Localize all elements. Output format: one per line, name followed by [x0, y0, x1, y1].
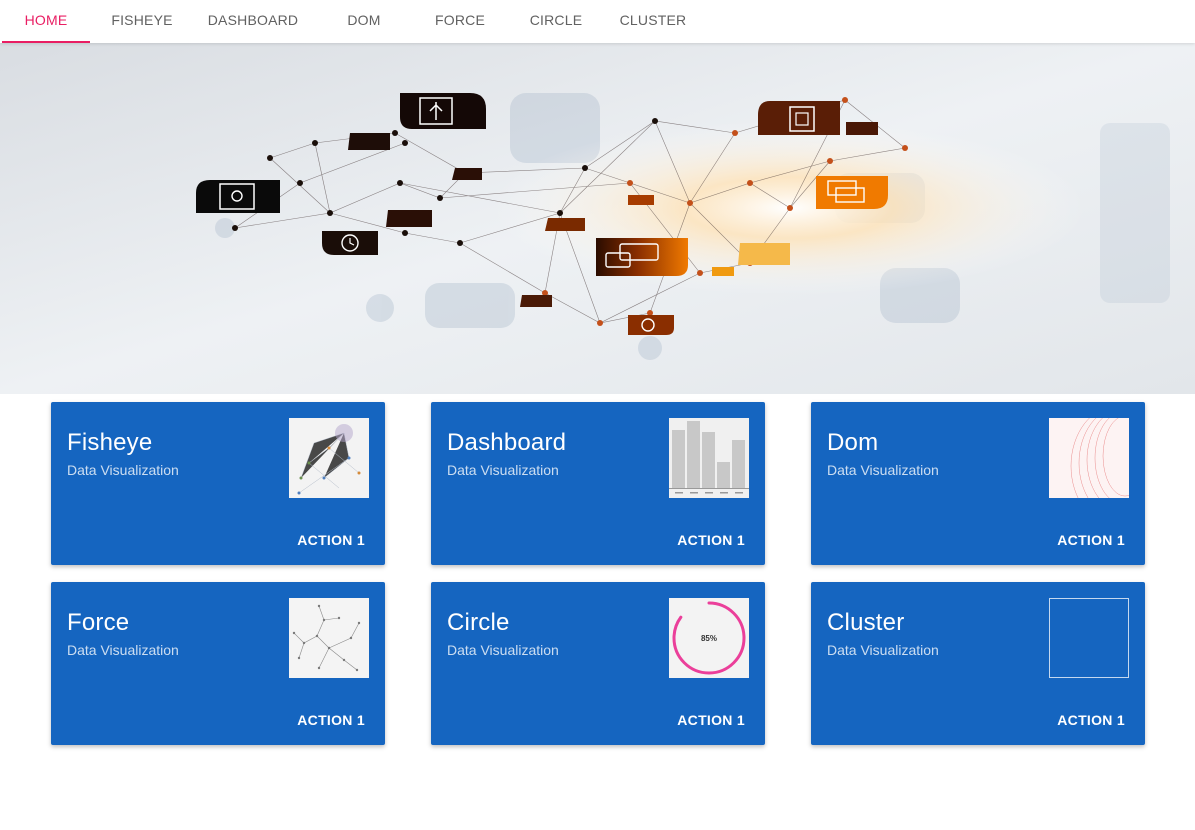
- action-button[interactable]: ACTION 1: [1057, 712, 1125, 728]
- card-dom[interactable]: Dom Data Visualization ACTION 1: [811, 402, 1145, 565]
- action-button[interactable]: ACTION 1: [297, 712, 365, 728]
- device-icon: [758, 101, 840, 135]
- card-circle[interactable]: Circle Data Visualization 85% ACTION 1: [431, 582, 765, 745]
- card-title: Cluster: [827, 609, 905, 636]
- card-subtitle: Data Visualization: [67, 462, 179, 478]
- card-title: Dom: [827, 429, 879, 456]
- tablet-icon: [196, 180, 280, 213]
- dom-thumbnail: [1049, 418, 1129, 498]
- tab-home[interactable]: HOME: [2, 0, 90, 43]
- card-title: Circle: [447, 609, 510, 636]
- card-subtitle: Data Visualization: [67, 642, 179, 658]
- cluster-thumbnail: [1049, 598, 1129, 678]
- action-button[interactable]: ACTION 1: [677, 532, 745, 548]
- tab-force[interactable]: FORCE: [416, 0, 504, 43]
- card-dashboard[interactable]: Dashboard Data Visualization ACTION 1: [431, 402, 765, 565]
- card-subtitle: Data Visualization: [827, 642, 939, 658]
- windows-icon: [816, 176, 888, 209]
- card-subtitle: Data Visualization: [447, 462, 559, 478]
- progress-label: 85%: [701, 634, 717, 643]
- fisheye-thumbnail: [289, 418, 369, 498]
- tab-dashboard[interactable]: DASHBOARD: [196, 0, 310, 43]
- card-title: Force: [67, 609, 130, 636]
- tab-cluster[interactable]: CLUSTER: [609, 0, 697, 43]
- action-button[interactable]: ACTION 1: [1057, 532, 1125, 548]
- hero-banner: [0, 43, 1195, 394]
- action-button[interactable]: ACTION 1: [297, 532, 365, 548]
- card-subtitle: Data Visualization: [827, 462, 939, 478]
- card-cluster[interactable]: Cluster Data Visualization ACTION 1: [811, 582, 1145, 745]
- card-force[interactable]: Force Data Visualization ACTION 1: [51, 582, 385, 745]
- chat-icon: [596, 238, 688, 276]
- card-fisheye[interactable]: Fisheye Data Visualization ACTION 1: [51, 402, 385, 565]
- card-title: Fisheye: [67, 429, 153, 456]
- action-button[interactable]: ACTION 1: [677, 712, 745, 728]
- tab-fisheye[interactable]: FISHEYE: [98, 0, 186, 43]
- card-subtitle: Data Visualization: [447, 642, 559, 658]
- usb-icon: [400, 93, 486, 129]
- alarm-clock-icon: [322, 231, 378, 255]
- tab-dom[interactable]: DOM: [320, 0, 408, 43]
- tab-bar: HOME FISHEYE DASHBOARD DOM FORCE CIRCLE …: [0, 0, 1195, 43]
- circle-thumbnail: 85%: [669, 598, 749, 678]
- tab-circle[interactable]: CIRCLE: [512, 0, 600, 43]
- network-illustration: [0, 43, 1195, 394]
- gear-icon: [628, 315, 674, 335]
- dashboard-thumbnail: [669, 418, 749, 498]
- card-title: Dashboard: [447, 429, 567, 456]
- force-thumbnail: [289, 598, 369, 678]
